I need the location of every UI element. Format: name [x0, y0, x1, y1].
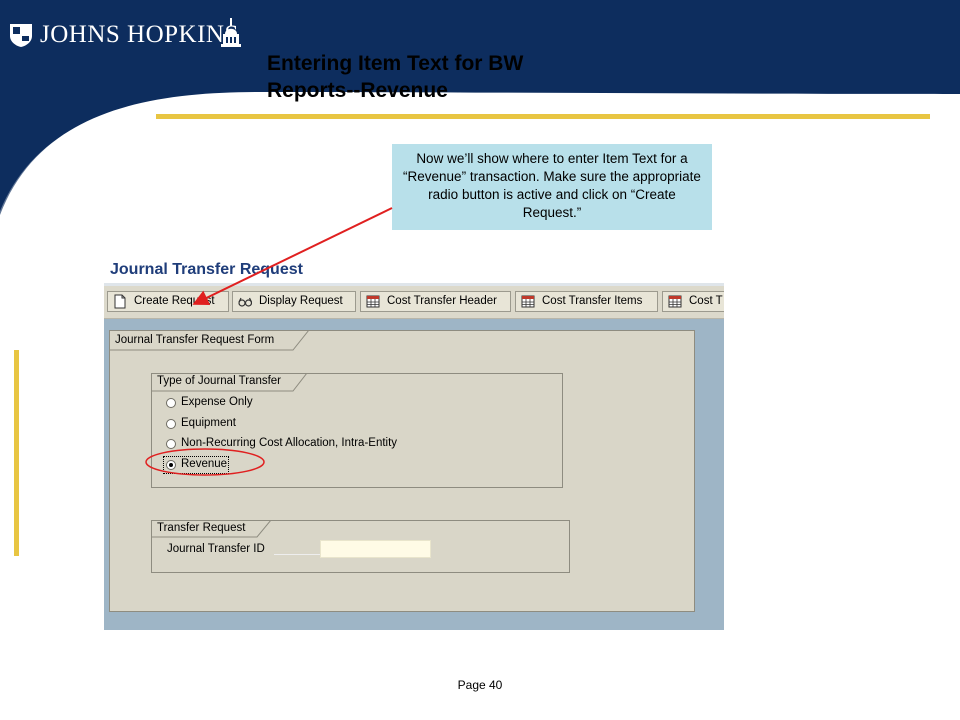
document-icon: [114, 294, 126, 309]
page-number: Page 40: [457, 678, 503, 692]
cost-transfer-items-label: Cost Transfer Items: [542, 295, 643, 307]
field-leader-line: [274, 554, 320, 555]
cost-transfer-items-button[interactable]: Cost Transfer Items: [515, 291, 658, 312]
radio-label: Revenue: [181, 458, 228, 470]
cost-transfer-button-truncated[interactable]: Cost T: [662, 291, 724, 312]
journal-transfer-id-input[interactable]: [320, 540, 431, 558]
slide-title: Entering Item Text for BW Reports--Reven…: [267, 50, 687, 104]
display-request-label: Display Request: [259, 295, 343, 307]
create-request-label: Create Request: [134, 295, 215, 307]
radio-circle-selected[interactable]: [166, 460, 176, 470]
radio-circle[interactable]: [166, 419, 176, 429]
dome-icon: [221, 18, 241, 47]
glasses-icon: [238, 297, 252, 307]
radio-label: Non-Recurring Cost Allocation, Intra-Ent…: [181, 437, 398, 449]
radio-label: Expense Only: [181, 396, 253, 408]
transfer-group-label: Transfer Request: [157, 522, 246, 534]
radio-label: Equipment: [181, 417, 236, 429]
radio-circle[interactable]: [166, 439, 176, 449]
journal-transfer-id-label: Journal Transfer ID: [167, 543, 265, 555]
journal-transfer-request-form: Journal Transfer Request Form Type of Jo…: [109, 330, 695, 612]
application-toolbar: Create Request Display Request Cost Tran…: [104, 286, 724, 319]
title-line-2: Reports--Revenue: [267, 79, 448, 102]
transfer-request-group: Transfer Request Journal Transfer ID: [151, 520, 570, 573]
cost-transfer-truncated-label: Cost T: [689, 295, 723, 307]
form-title: Journal Transfer Request Form: [115, 334, 275, 346]
johns-hopkins-logo: JOHNS HOPKINS: [8, 18, 241, 52]
create-request-button[interactable]: Create Request: [107, 291, 229, 312]
type-of-journal-transfer-group: Type of Journal Transfer Expense Only Eq…: [151, 373, 563, 488]
table-icon: [521, 295, 535, 308]
instruction-callout: Now we’ll show where to enter Item Text …: [392, 144, 712, 230]
table-icon: [668, 295, 682, 308]
logo-text: JOHNS HOPKINS: [40, 21, 239, 48]
type-group-label: Type of Journal Transfer: [157, 375, 282, 387]
radio-circle[interactable]: [166, 398, 176, 408]
title-underline: [156, 114, 930, 119]
left-accent-bar: [14, 350, 19, 556]
cost-transfer-header-button[interactable]: Cost Transfer Header: [360, 291, 511, 312]
table-icon: [366, 295, 380, 308]
sap-window: Journal Transfer Request Create Request …: [104, 256, 724, 630]
display-request-button[interactable]: Display Request: [232, 291, 356, 312]
shield-icon: [10, 24, 32, 47]
sap-screen-title: Journal Transfer Request: [110, 261, 303, 278]
title-line-1: Entering Item Text for BW: [267, 52, 524, 75]
sap-title-bar: Journal Transfer Request: [104, 256, 724, 286]
cost-transfer-header-label: Cost Transfer Header: [387, 295, 497, 307]
